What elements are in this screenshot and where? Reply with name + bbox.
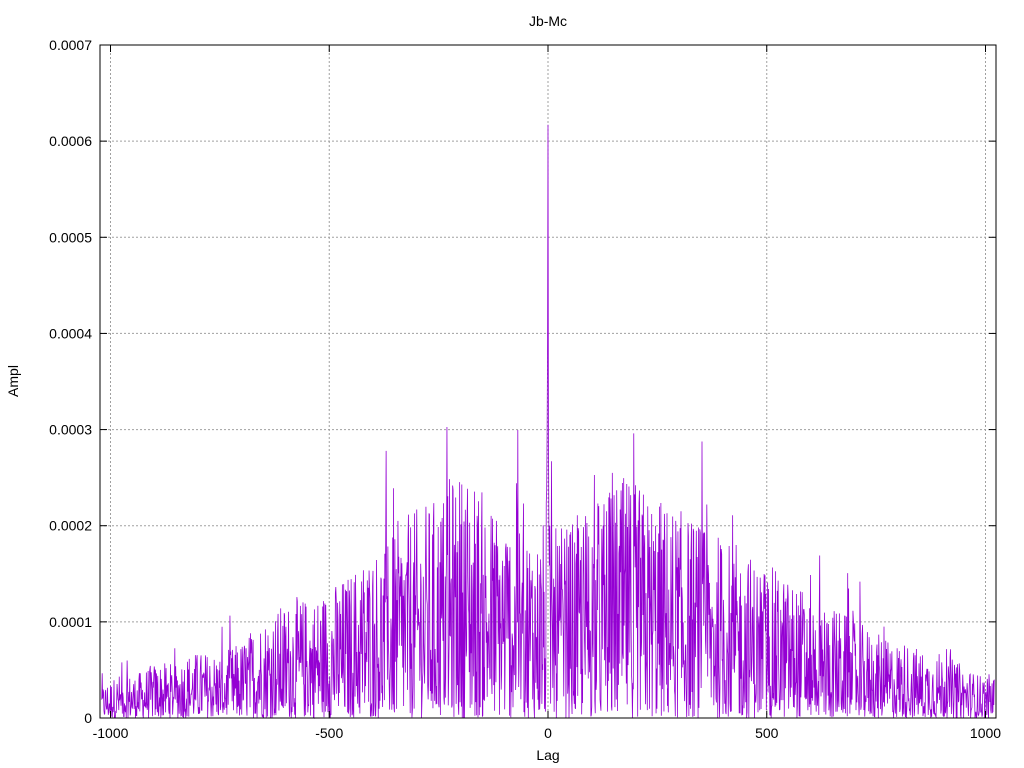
x-tick-label: 500 xyxy=(755,725,779,741)
y-axis-label: Ampl xyxy=(5,365,21,397)
y-tick-label: 0.0004 xyxy=(49,325,92,341)
chart-title: Jb-Mc xyxy=(529,13,567,29)
x-tick-label: -500 xyxy=(315,725,343,741)
y-tick-label: 0.0007 xyxy=(49,37,92,53)
x-tick-label: 1000 xyxy=(970,725,1001,741)
x-axis-label: Lag xyxy=(536,747,559,763)
chart: -1000 -500 0 500 1000 0 0.0001 0.0002 0.0003 0.00… xyxy=(0,0,1024,768)
y-tick-label: 0.0005 xyxy=(49,229,92,245)
y-tick-label: 0.0002 xyxy=(49,518,92,534)
y-tick-label: 0.0003 xyxy=(49,422,92,438)
y-tick-label: 0.0006 xyxy=(49,133,92,149)
y-tick-label: 0.0001 xyxy=(49,614,92,630)
x-tick-label: -1000 xyxy=(93,725,129,741)
y-tick-label: 0 xyxy=(84,710,92,726)
x-tick-label: 0 xyxy=(544,725,552,741)
